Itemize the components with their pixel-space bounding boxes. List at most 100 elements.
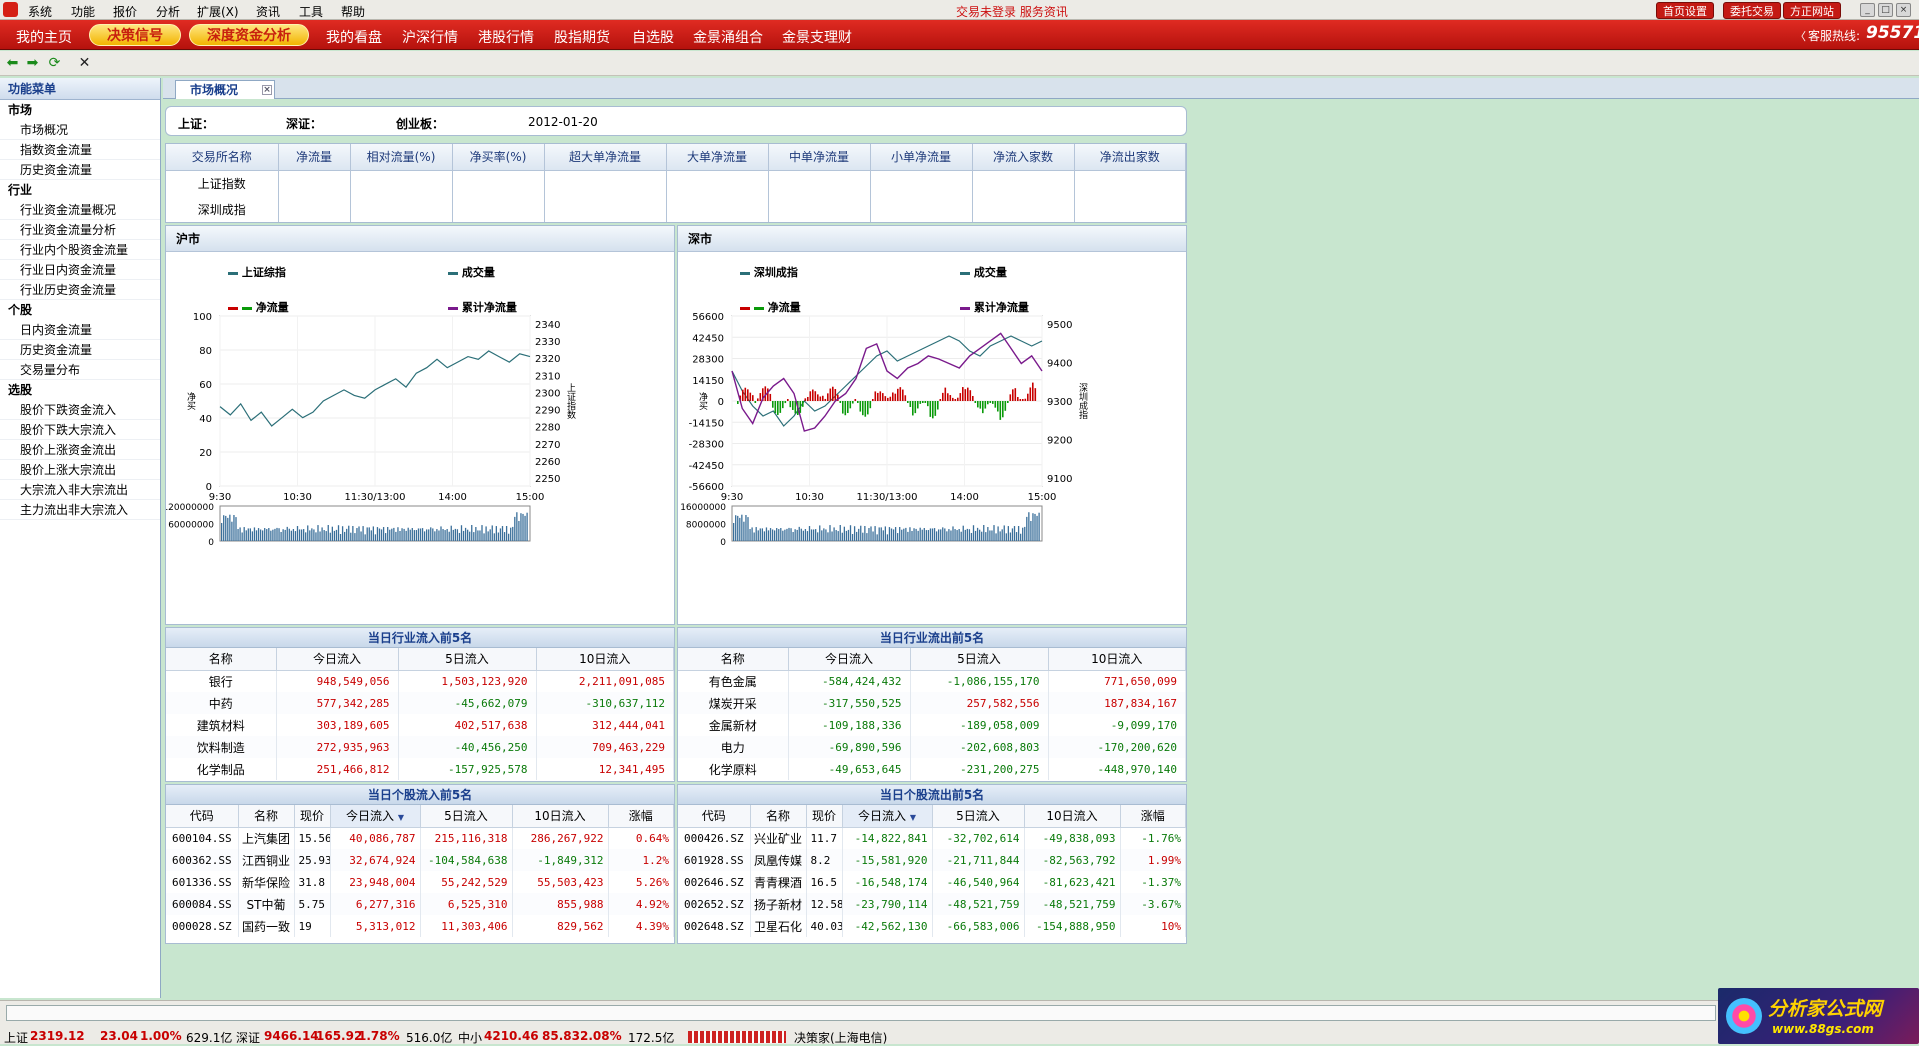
- table-row[interactable]: 深圳成指: [166, 196, 1186, 222]
- table-row[interactable]: 600084.SS ST中葡 5.75 6,277,316 6,525,310 855,9…: [166, 893, 674, 915]
- sidebar-group-screen[interactable]: 选股: [0, 380, 160, 400]
- nav-hk-market[interactable]: 港股行情: [478, 27, 534, 47]
- col-today[interactable]: 今日流入: [276, 648, 399, 671]
- nav-watchlist[interactable]: 自选股: [632, 27, 674, 47]
- col-change[interactable]: 涨幅: [608, 805, 674, 828]
- col-5day[interactable]: 5日流入: [398, 648, 537, 671]
- col-code[interactable]: 代码: [166, 805, 239, 828]
- table-row[interactable]: 000426.SZ 兴业矿业 11.7 -14,822,841 -32,702,614-…: [678, 827, 1186, 849]
- menu-quote[interactable]: 报价: [113, 3, 137, 20]
- tab-close-icon[interactable]: ×: [262, 85, 272, 95]
- table-row[interactable]: 有色金属 -584,424,432 -1,086,155,170 771,650,09…: [678, 670, 1186, 692]
- table-row[interactable]: 饮料制造 272,935,963 -40,456,250 709,463,229: [166, 736, 674, 758]
- tab-market-overview[interactable]: 市场概况 ×: [175, 80, 275, 99]
- table-row[interactable]: 建筑材料 303,189,605 402,517,638 312,444,041: [166, 714, 674, 736]
- sz-intraday-chart[interactable]: 56600 42450 28300 14150 0 -14150 -28300 -42450 -…: [678, 226, 1188, 626]
- nav-portfolio[interactable]: 金景涌组合: [693, 27, 763, 47]
- back-arrow-icon[interactable]: ⬅: [4, 55, 21, 71]
- table-row[interactable]: 600104.SS 上汽集团 15.56 40,086,787 215,116,318 2…: [166, 827, 674, 849]
- menu-analysis[interactable]: 分析: [156, 3, 180, 20]
- sidebar-item-industry-analysis[interactable]: 行业资金流量分析: [0, 220, 160, 240]
- table-row[interactable]: 上证指数: [166, 170, 1186, 196]
- col-10day[interactable]: 10日流入: [512, 805, 609, 828]
- nav-my-board[interactable]: 我的看盘: [326, 27, 382, 47]
- chevron-left-icon[interactable]: 〈: [1795, 28, 1806, 44]
- sidebar-item-screen-6[interactable]: 主力流出非大宗流入: [0, 500, 160, 520]
- sidebar-item-market-overview[interactable]: 市场概况: [0, 120, 160, 140]
- table-row[interactable]: 002648.SZ 卫星石化 40.03 -42,562,130 -66,583,006…: [678, 915, 1186, 937]
- login-status[interactable]: 交易未登录 服务资讯: [956, 3, 1068, 20]
- sidebar-group-industry[interactable]: 行业: [0, 180, 160, 200]
- sidebar-item-industry-stocks[interactable]: 行业内个股资金流量: [0, 240, 160, 260]
- sidebar-item-index-flow[interactable]: 指数资金流量: [0, 140, 160, 160]
- menu-news[interactable]: 资讯: [256, 3, 280, 20]
- minimize-icon[interactable]: _: [1860, 3, 1875, 17]
- sidebar-item-screen-1[interactable]: 股价下跌资金流入: [0, 400, 160, 420]
- col-today-sorted[interactable]: 今日流入 ▼: [842, 805, 933, 828]
- sidebar-item-screen-4[interactable]: 股价上涨大宗流出: [0, 460, 160, 480]
- table-row[interactable]: 601336.SS 新华保险 31.8 23,948,004 55,242,529 55,…: [166, 871, 674, 893]
- nav-deep-fund-analysis[interactable]: 深度资金分析: [189, 24, 309, 46]
- col-10day[interactable]: 10日流入: [536, 648, 674, 671]
- close-icon[interactable]: ×: [1896, 3, 1911, 17]
- col-5day[interactable]: 5日流入: [910, 648, 1049, 671]
- nav-finance[interactable]: 金景支理财: [782, 27, 852, 47]
- table-row[interactable]: 煤炭开采 -317,550,525 257,582,556 187,834,167: [678, 692, 1186, 714]
- horizontal-scrollbar[interactable]: [6, 1005, 1716, 1021]
- table-row[interactable]: 002652.SZ 扬子新材 12.58 -23,790,114 -48,521,759…: [678, 893, 1186, 915]
- col-10day[interactable]: 10日流入: [1048, 648, 1186, 671]
- table-row[interactable]: 金属新材 -109,188,336 -189,058,009 -9,099,170: [678, 714, 1186, 736]
- col-name[interactable]: 名称: [678, 648, 789, 671]
- col-name[interactable]: 名称: [166, 648, 277, 671]
- col-today[interactable]: 今日流入: [788, 648, 911, 671]
- sidebar-item-industry-history[interactable]: 行业历史资金流量: [0, 280, 160, 300]
- col-5day[interactable]: 5日流入: [420, 805, 513, 828]
- nav-home[interactable]: 我的主页: [16, 27, 72, 47]
- sidebar-item-intraday-flow[interactable]: 日内资金流量: [0, 320, 160, 340]
- sidebar-item-volume-dist[interactable]: 交易量分布: [0, 360, 160, 380]
- table-row[interactable]: 中药 577,342,285 -45,662,079 -310,637,112: [166, 692, 674, 714]
- sidebar-group-market[interactable]: 市场: [0, 100, 160, 120]
- table-row[interactable]: 002646.SZ 青青稞酒 16.5 -16,548,174 -46,540,964-…: [678, 871, 1186, 893]
- sidebar-group-stock[interactable]: 个股: [0, 300, 160, 320]
- sidebar-item-history-flow[interactable]: 历史资金流量: [0, 160, 160, 180]
- sidebar-item-industry-overview[interactable]: 行业资金流量概况: [0, 200, 160, 220]
- nav-futures[interactable]: 股指期货: [554, 27, 610, 47]
- col-10day[interactable]: 10日流入: [1024, 805, 1121, 828]
- menu-tools[interactable]: 工具: [299, 3, 323, 20]
- website-button[interactable]: 方正网站: [1783, 2, 1841, 19]
- sidebar-item-screen-2[interactable]: 股价下跌大宗流入: [0, 420, 160, 440]
- col-name[interactable]: 名称: [750, 805, 807, 828]
- table-row[interactable]: 601928.SS 凤凰传媒 8.2 -15,581,920 -21,711,844 -8…: [678, 849, 1186, 871]
- sidebar-item-industry-intraday[interactable]: 行业日内资金流量: [0, 260, 160, 280]
- col-5day[interactable]: 5日流入: [932, 805, 1025, 828]
- nav-decision-signal[interactable]: 决策信号: [89, 24, 181, 46]
- homepage-settings-button[interactable]: 首页设置: [1656, 2, 1714, 19]
- col-code[interactable]: 代码: [678, 805, 751, 828]
- sidebar-item-stock-history[interactable]: 历史资金流量: [0, 340, 160, 360]
- table-row[interactable]: 600362.SS 江西铜业 25.93 32,674,924 -104,584,638…: [166, 849, 674, 871]
- col-change[interactable]: 涨幅: [1120, 805, 1186, 828]
- sidebar-item-screen-3[interactable]: 股价上涨资金流出: [0, 440, 160, 460]
- menu-function[interactable]: 功能: [71, 3, 95, 20]
- table-row[interactable]: 000028.SZ 国药一致 19 5,313,012 11,303,406 829,56…: [166, 915, 674, 937]
- table-row[interactable]: 电力 -69,890,596 -202,608,803 -170,200,620: [678, 736, 1186, 758]
- maximize-icon[interactable]: □: [1878, 3, 1893, 17]
- menu-help[interactable]: 帮助: [341, 3, 365, 20]
- menu-system[interactable]: 系统: [28, 3, 52, 20]
- refresh-icon[interactable]: ⟳: [46, 55, 63, 71]
- col-price[interactable]: 现价: [294, 805, 331, 828]
- table-row[interactable]: 银行 948,549,056 1,503,123,920 2,211,091,085: [166, 670, 674, 692]
- col-name[interactable]: 名称: [238, 805, 295, 828]
- col-price[interactable]: 现价: [806, 805, 843, 828]
- forward-arrow-icon[interactable]: ➡: [24, 55, 41, 71]
- sh-intraday-chart[interactable]: 100 80 60 40 20 0 2340 2330 2320 2310 2300 2290 2280…: [166, 226, 676, 626]
- table-row[interactable]: 化学制品 251,466,812 -157,925,578 12,341,495: [166, 758, 674, 780]
- menu-extend[interactable]: 扩展(X): [197, 3, 239, 20]
- sidebar-item-screen-5[interactable]: 大宗流入非大宗流出: [0, 480, 160, 500]
- nav-hs-market[interactable]: 沪深行情: [402, 27, 458, 47]
- table-row[interactable]: 化学原料 -49,653,645 -231,200,275 -448,970,140: [678, 758, 1186, 780]
- trade-button[interactable]: 委托交易: [1723, 2, 1781, 19]
- stop-icon[interactable]: ✕: [76, 55, 93, 71]
- col-today-sorted[interactable]: 今日流入 ▼: [330, 805, 421, 828]
